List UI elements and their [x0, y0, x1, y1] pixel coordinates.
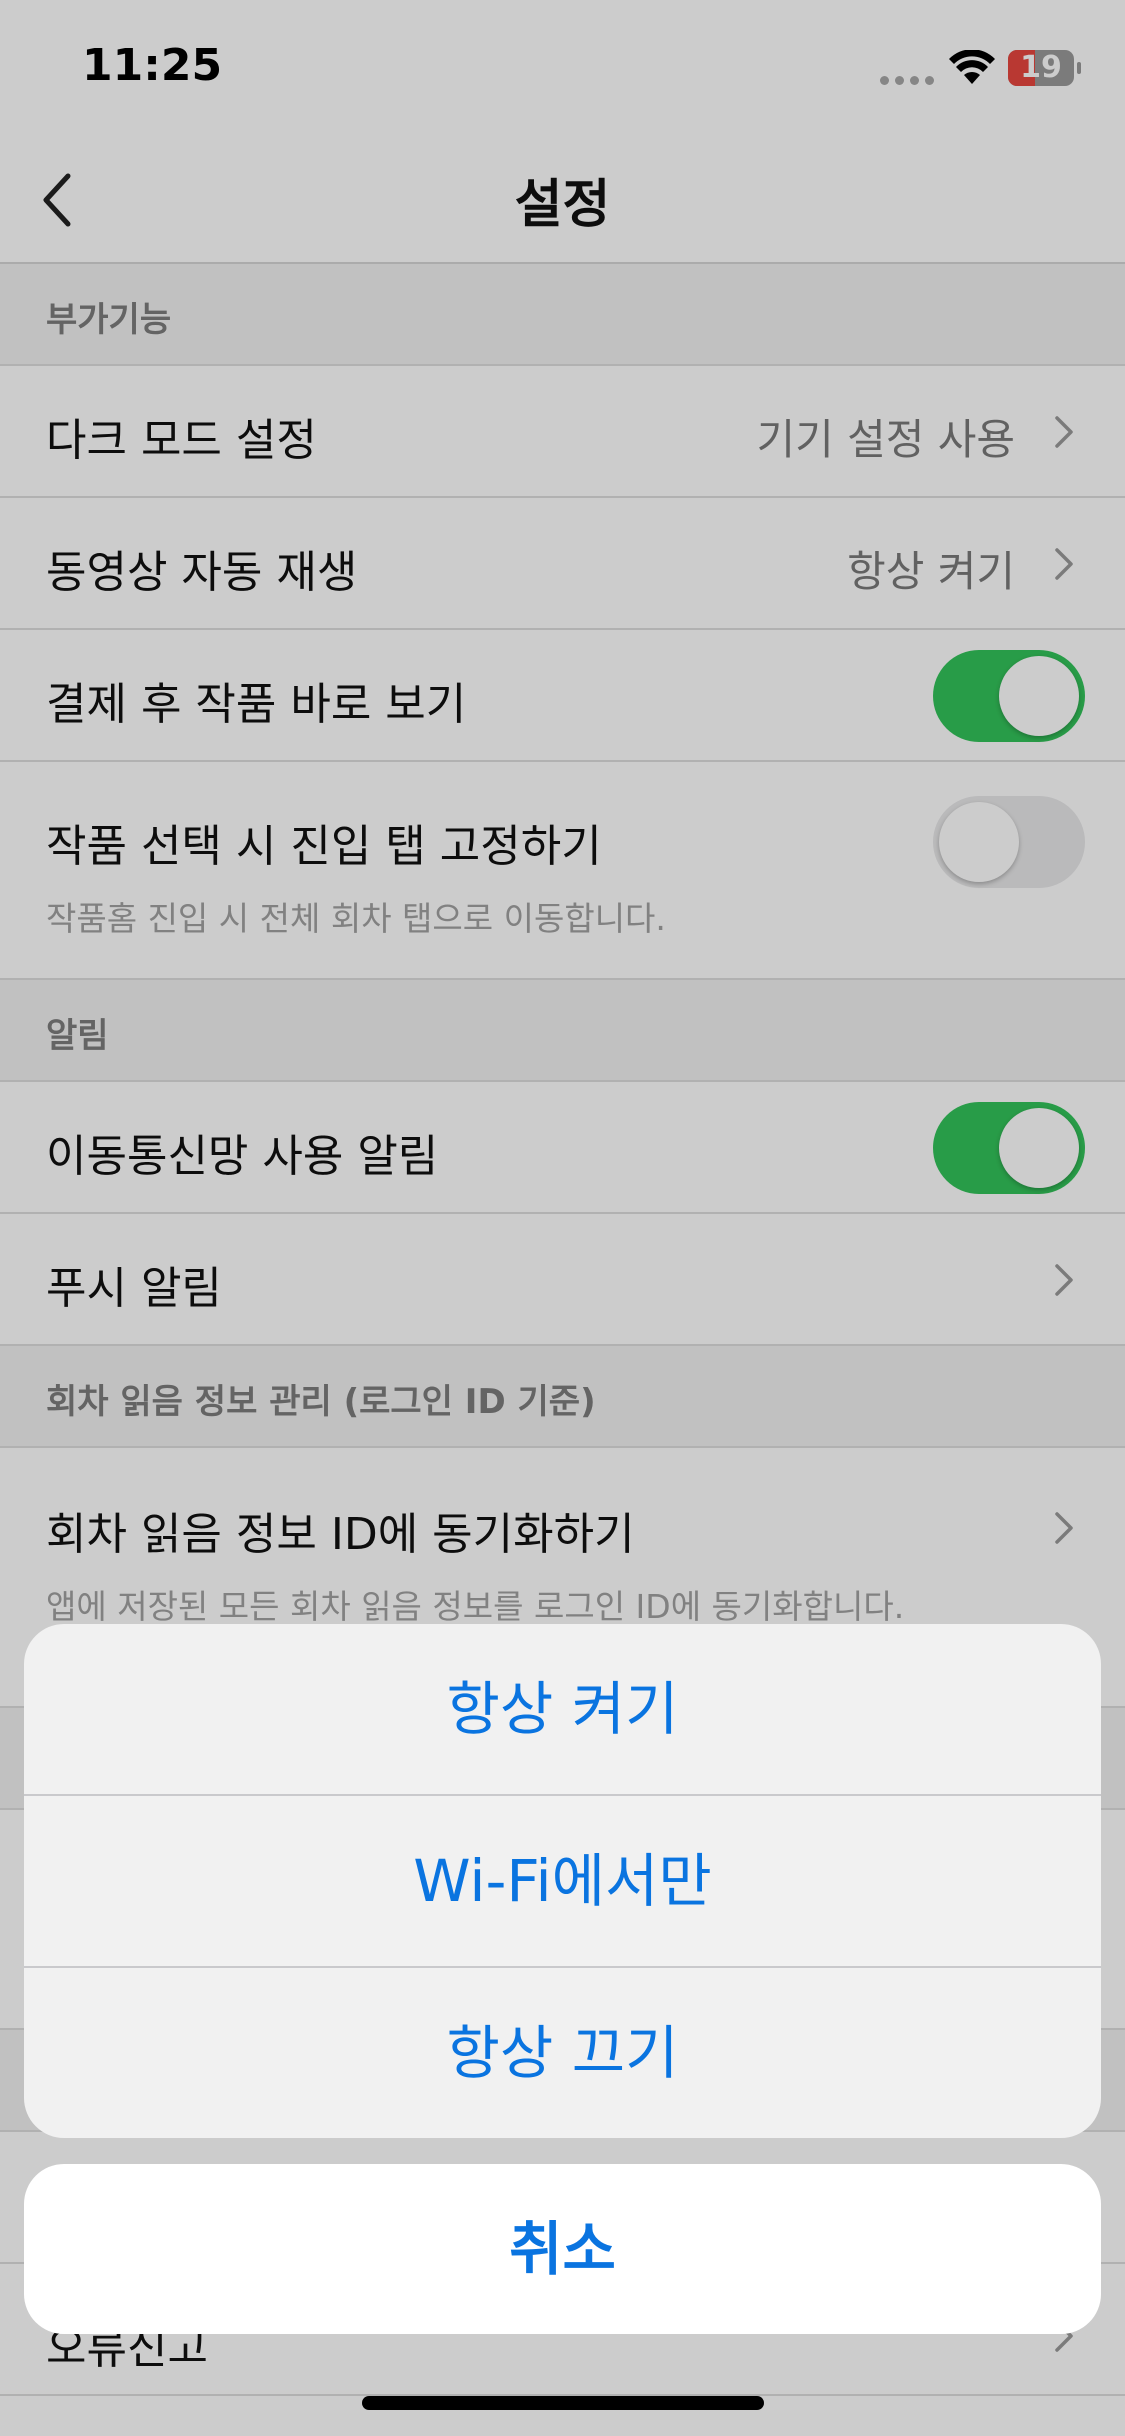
home-indicator	[362, 2396, 764, 2410]
option-always-on[interactable]: 항상 켜기	[24, 1624, 1101, 1794]
option-wifi-only[interactable]: Wi-Fi에서만	[24, 1796, 1101, 1966]
cancel-button[interactable]: 취소	[24, 2164, 1101, 2334]
action-sheet: 항상 켜기 Wi-Fi에서만 항상 끄기	[24, 1624, 1101, 2138]
settings-screen: 11:25 19 설정 부가기능 다크 모드 설정 기기 설정 사용 동영상 자…	[0, 0, 1125, 2436]
option-always-off[interactable]: 항상 끄기	[24, 1968, 1101, 2138]
